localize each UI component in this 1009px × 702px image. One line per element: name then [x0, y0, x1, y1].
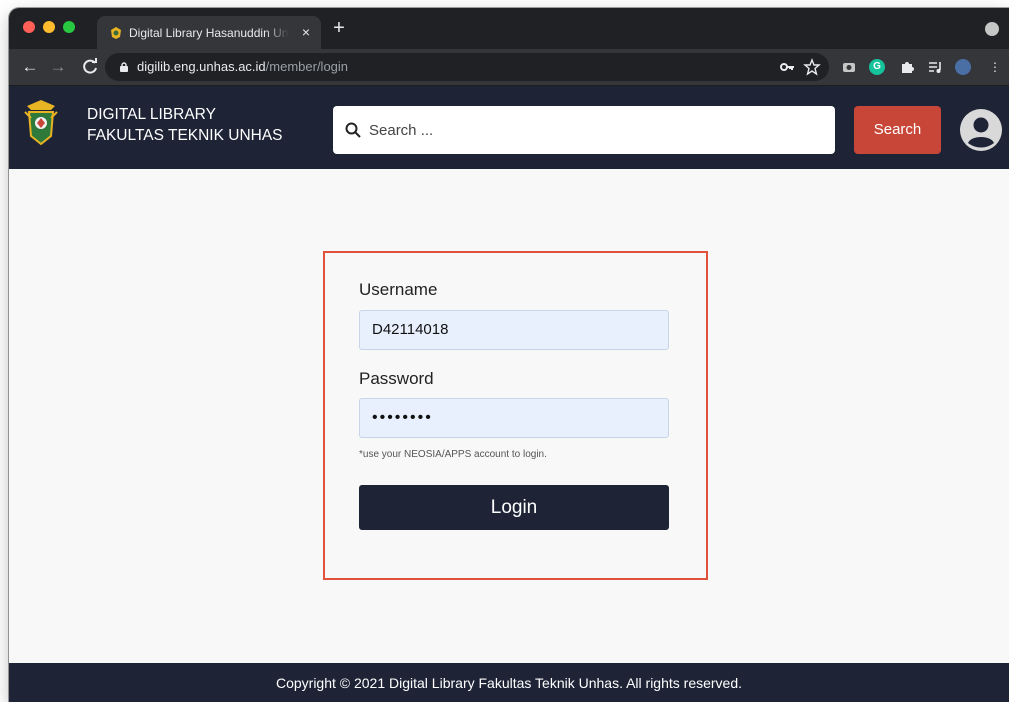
key-icon[interactable]: [778, 58, 796, 76]
new-tab-icon[interactable]: +: [331, 18, 347, 38]
browser-tab[interactable]: Digital Library Hasanuddin University ×: [97, 16, 321, 49]
password-input[interactable]: ••••••••: [359, 398, 669, 438]
login-hint: *use your NEOSIA/APPS account to login.: [359, 449, 547, 460]
playlist-icon[interactable]: [927, 59, 943, 75]
site-footer: Copyright © 2021 Digital Library Fakulta…: [9, 663, 1009, 702]
main-content: Username D42114018 Password •••••••• *us…: [9, 169, 1009, 663]
menu-icon[interactable]: ⋮: [987, 59, 1003, 75]
minimize-window-button[interactable]: [43, 21, 55, 33]
grammarly-icon[interactable]: G: [869, 59, 885, 75]
password-label: Password: [359, 369, 434, 388]
unhas-favicon-icon: [111, 27, 121, 39]
login-button[interactable]: Login: [359, 485, 669, 530]
site-header: DIGITAL LIBRARY FAKULTAS TEKNIK UNHAS Se…: [9, 86, 1009, 169]
copyright-text: Copyright © 2021 Digital Library Fakulta…: [275, 675, 743, 691]
search-icon: [345, 122, 361, 138]
maximize-window-button[interactable]: [63, 21, 75, 33]
account-icon[interactable]: [959, 108, 1003, 152]
brand-line-2: FAKULTAS TEKNIK UNHAS: [87, 127, 283, 144]
star-icon[interactable]: [803, 58, 821, 76]
tab-search-icon[interactable]: [985, 22, 999, 36]
tab-close-icon[interactable]: ×: [299, 25, 313, 39]
camera-icon[interactable]: [841, 59, 857, 75]
close-window-button[interactable]: [23, 21, 35, 33]
site-brand[interactable]: DIGITAL LIBRARY FAKULTAS TEKNIK UNHAS: [87, 104, 283, 146]
brand-line-1: DIGITAL LIBRARY: [87, 106, 216, 123]
url-text: digilib.eng.unhas.ac.id/member/login: [137, 59, 349, 74]
browser-window: Digital Library Hasanuddin University × …: [9, 8, 1009, 702]
username-input[interactable]: D42114018: [359, 310, 669, 350]
tab-strip: Digital Library Hasanuddin University × …: [9, 8, 1009, 49]
puzzle-icon[interactable]: [899, 59, 915, 75]
forward-icon[interactable]: →: [49, 58, 67, 76]
tab-title: Digital Library Hasanuddin University: [129, 26, 289, 40]
profile-avatar-icon[interactable]: [955, 59, 971, 75]
search-input[interactable]: [369, 106, 819, 154]
username-label: Username: [359, 280, 438, 299]
browser-toolbar: ← → digilib.eng.unhas.ac.id/member/login: [9, 49, 1009, 86]
address-bar[interactable]: digilib.eng.unhas.ac.id/member/login: [105, 53, 829, 81]
unhas-logo-icon[interactable]: [23, 96, 59, 150]
login-form: Username D42114018 Password •••••••• *us…: [323, 251, 708, 580]
lock-icon: [120, 62, 128, 72]
search-button[interactable]: Search: [854, 106, 941, 154]
search-box: [333, 106, 835, 154]
reload-icon[interactable]: [81, 58, 99, 76]
back-icon[interactable]: ←: [21, 58, 39, 76]
